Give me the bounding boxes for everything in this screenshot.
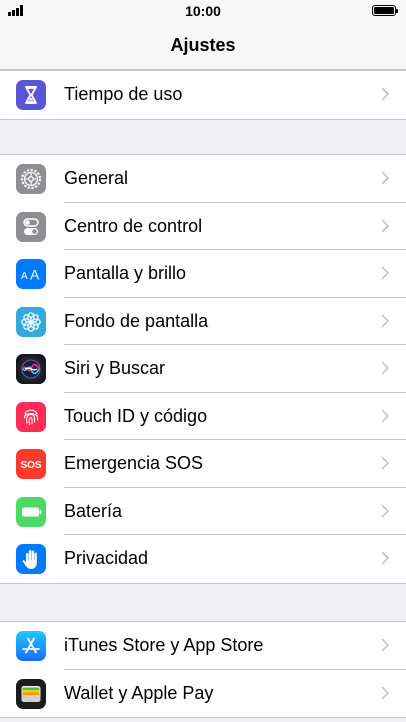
chevron-right-icon [381,504,390,517]
chevron-right-icon [381,266,390,280]
settings-item-label: Batería [64,500,123,521]
wallet-icon [16,678,46,709]
chevron-right-icon [381,409,390,422]
svg-text:A: A [30,267,40,283]
settings-item-label: General [64,168,129,188]
navigation-bar: Ajustes [0,22,406,70]
settings-item-bateria[interactable]: Batería [0,488,406,535]
settings-item-wallet-y-apple-pay[interactable]: Wallet y Apple Pay [0,670,406,718]
settings-item-label: Emergencia SOS [64,453,204,473]
app-store-icon [16,631,46,661]
chevron-right-icon [381,686,390,699]
settings-item-label: Privacidad [64,548,149,568]
chevron-right-icon [381,361,390,375]
chevron-right-icon [381,551,390,565]
hand-icon [16,544,46,574]
settings-item-label: Siri y Buscar [64,358,166,378]
chevron-right-icon [381,638,390,652]
status-time: 10:00 [185,3,221,19]
settings-item-itunes-store-y-app-store[interactable]: iTunes Store y App Store [0,622,406,670]
page-title: Ajustes [170,35,236,55]
settings-group-system: General Centro de control A A Pantalla y… [0,154,406,584]
settings-item-tiempo-de-uso[interactable]: Tiempo de uso [0,71,406,119]
flower-icon [16,306,46,337]
text-size-icon: A A [16,259,46,289]
battery-status-icon [372,5,398,16]
gear-icon [16,164,46,194]
status-bar: 10:00 [0,0,406,22]
hourglass-icon [16,80,46,110]
svg-text:A: A [21,271,28,282]
settings-item-siri-y-buscar[interactable]: Siri y Buscar [0,345,406,393]
settings-group-screen-time: Tiempo de uso [0,70,406,120]
settings-item-label: Pantalla y brillo [64,263,187,283]
battery-icon [16,496,46,527]
settings-item-label: Wallet y Apple Pay [64,682,214,703]
settings-item-privacidad[interactable]: Privacidad [0,535,406,583]
chevron-right-icon [381,171,390,185]
settings-item-label: Centro de control [64,215,203,236]
settings-item-label: Tiempo de uso [64,84,183,104]
settings-item-label: iTunes Store y App Store [64,635,264,655]
chevron-right-icon [381,87,390,101]
settings-item-label: Fondo de pantalla [64,310,209,331]
toggle-switches-icon [16,211,46,242]
settings-item-centro-de-control[interactable]: Centro de control [0,203,406,250]
fingerprint-icon [16,401,46,432]
settings-item-general[interactable]: General [0,155,406,203]
settings-item-emergencia-sos[interactable]: SOS Emergencia SOS [0,440,406,488]
chevron-right-icon [381,456,390,470]
settings-group-stores: iTunes Store y App Store Wallet y Apple … [0,621,406,718]
settings-item-fondo-de-pantalla[interactable]: Fondo de pantalla [0,298,406,345]
svg-text:SOS: SOS [20,460,41,471]
settings-item-touch-id-y-codigo[interactable]: Touch ID y código [0,393,406,440]
siri-icon [16,354,46,384]
settings-item-label: Touch ID y código [64,405,208,426]
chevron-right-icon [381,314,390,327]
chevron-right-icon [381,219,390,232]
sos-icon: SOS [16,449,46,479]
settings-item-pantalla-y-brillo[interactable]: A A Pantalla y brillo [0,250,406,298]
